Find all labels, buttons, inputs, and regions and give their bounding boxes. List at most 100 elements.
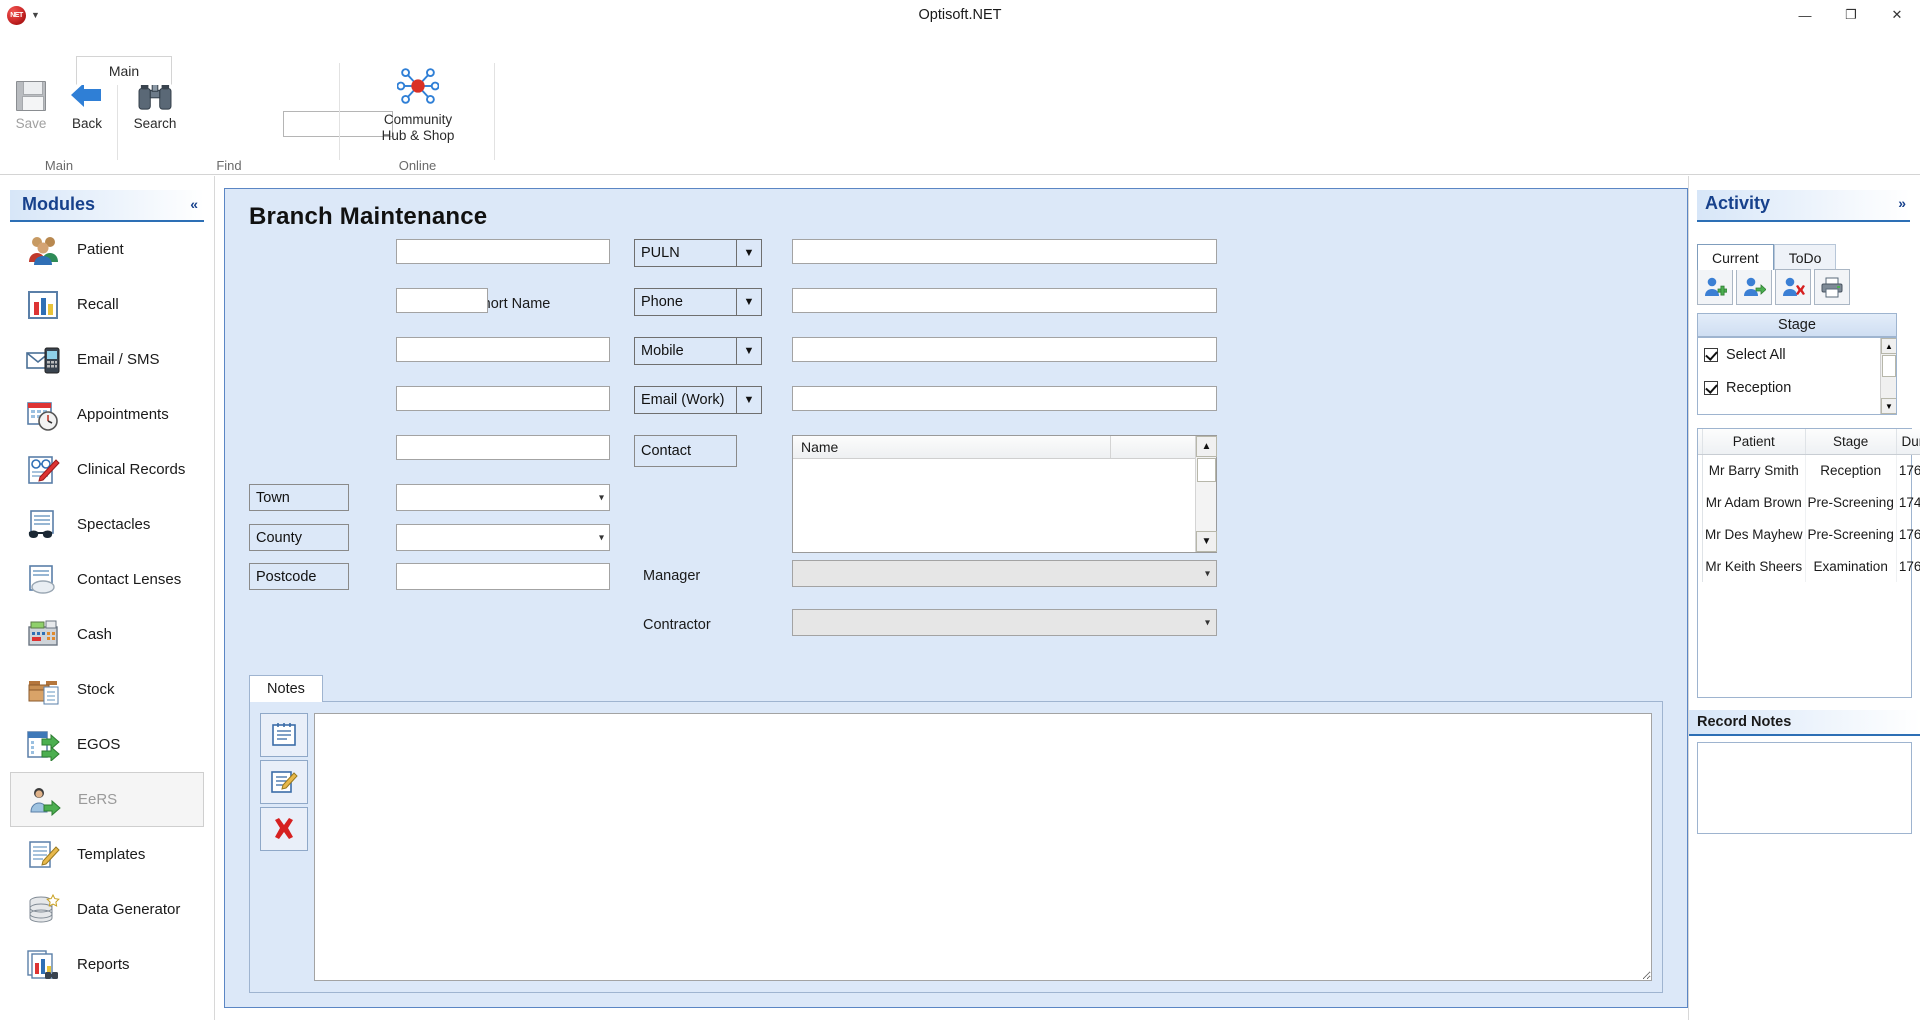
contact-type-email-work[interactable]: Email (Work) ▼ [634,386,762,414]
tab-notes[interactable]: Notes [249,675,323,702]
contact-value-email-input[interactable] [792,386,1217,411]
group-separator [494,63,495,160]
contact-grid-scrollbar[interactable]: ▲ ▼ [1195,436,1217,552]
cell-patient: Mr Barry Smith [1702,454,1806,486]
sidebar-item-stock[interactable]: Stock [10,662,204,717]
label-postcode: Postcode [249,563,349,590]
sidebar-item-patient[interactable]: Patient [10,222,204,277]
sidebar-item-templates[interactable]: Templates [10,827,204,882]
sidebar-item-egos[interactable]: EGOS [10,717,204,772]
stage-list-scrollbar[interactable]: ▲ ▼ [1880,338,1896,414]
address-line1-input[interactable] [396,337,610,362]
add-patient-button[interactable] [1697,269,1733,305]
checkbox-icon[interactable] [1704,347,1718,362]
contractor-combo[interactable]: ▾ [792,609,1217,636]
sidebar-item-data-generator[interactable]: Data Generator [10,882,204,937]
chevron-down-icon[interactable]: ▾ [1205,617,1210,628]
cell-duration: 17618:07 [1896,454,1920,486]
tab-todo[interactable]: ToDo [1773,244,1837,270]
record-notes-box[interactable] [1697,742,1912,834]
table-row[interactable]: Mr Keith Sheers Examination 17693:21 176… [1698,550,1920,582]
activity-grid[interactable]: Patient Stage Duration Overall Mr Barry … [1697,428,1920,698]
tab-current[interactable]: Current [1697,244,1774,270]
table-row[interactable]: Mr Barry Smith Reception 17618:07 17618:… [1698,454,1920,486]
move-patient-button[interactable] [1736,269,1772,305]
contact-type-phone[interactable]: Phone ▼ [634,288,762,316]
minimize-button[interactable]: — [1782,0,1828,30]
sidebar-item-clinical-records[interactable]: Clinical Records [10,442,204,497]
contact-value-mobile-input[interactable] [792,337,1217,362]
scroll-down-icon[interactable]: ▼ [1881,398,1896,414]
checkbox-icon[interactable] [1704,380,1718,395]
sidebar-item-appointments[interactable]: Appointments [10,387,204,442]
short-name-input[interactable] [396,288,488,313]
activity-title: Activity [1705,193,1771,213]
remove-patient-button[interactable] [1775,269,1811,305]
stage-filter-pre-screening[interactable]: Pre-Screening [1698,404,1896,415]
notes-delete-button[interactable] [260,807,308,851]
chevron-down-icon[interactable]: ▼ [736,387,761,413]
postcode-input[interactable] [396,563,610,590]
cell-duration: 17473:06 [1896,486,1920,518]
stage-filter-reception[interactable]: Reception [1698,371,1896,404]
address-line3-input[interactable] [396,435,610,460]
contact-type-mobile-label: Mobile [641,343,684,359]
table-row[interactable]: Mr Adam Brown Pre-Screening 17473:06 176… [1698,486,1920,518]
notes-list-button[interactable] [260,713,308,757]
sidebar-item-label: Stock [77,681,115,698]
town-combo[interactable]: ▾ [396,484,610,511]
county-combo[interactable]: ▾ [396,524,610,551]
contact-type-mobile[interactable]: Mobile ▼ [634,337,762,365]
table-row[interactable]: Mr Des Mayhew Pre-Screening 17619:29 176… [1698,518,1920,550]
sidebar-item-spectacles[interactable]: Spectacles [10,497,204,552]
col-stage[interactable]: Stage [1805,429,1897,455]
sidebar-item-eers[interactable]: EeRS [10,772,204,827]
chevron-down-icon[interactable]: ▾ [599,492,604,503]
collapse-sidebar-icon[interactable]: « [190,196,198,212]
chevron-down-icon[interactable]: ▾ [599,532,604,543]
maximize-button[interactable]: ❐ [1828,0,1874,30]
sidebar-item-recall[interactable]: Recall [10,277,204,332]
name-input[interactable] [396,239,610,264]
chevron-down-icon[interactable]: ▼ [736,289,761,315]
close-button[interactable]: ✕ [1874,0,1920,30]
manager-combo[interactable]: ▾ [792,560,1217,587]
notes-textarea[interactable] [314,713,1652,981]
notes-panel [249,701,1663,993]
print-button[interactable] [1814,269,1850,305]
contact-list-grid[interactable]: Name ▲ ▼ [792,435,1217,553]
contact-value-phone-input[interactable] [792,288,1217,313]
label-manager: Manager [643,568,701,584]
scrollbar-thumb[interactable] [1197,458,1216,482]
contact-type-puln[interactable]: PULN ▼ [634,239,762,267]
scrollbar-thumb[interactable] [1882,355,1896,377]
stage-filter-select-all[interactable]: Select All [1698,338,1896,371]
expand-activity-icon[interactable]: » [1898,195,1906,211]
chevron-down-icon[interactable]: ▼ [736,338,761,364]
col-duration[interactable]: Duration [1896,429,1920,455]
modules-header: Modules « [10,190,204,222]
contact-value-puln-input[interactable] [792,239,1217,264]
chevron-down-icon[interactable]: ▼ [736,240,761,266]
sidebar-item-contact-lenses[interactable]: Contact Lenses [10,552,204,607]
ribbon-group-main-label: Main [44,158,74,173]
scroll-up-icon[interactable]: ▲ [1881,338,1896,354]
address-line2-input[interactable] [396,386,610,411]
checkbox-icon[interactable] [1704,413,1718,414]
sidebar-item-email-sms[interactable]: Email / SMS [10,332,204,387]
scroll-up-icon[interactable]: ▲ [1196,436,1217,457]
scroll-down-icon[interactable]: ▼ [1196,531,1217,552]
sidebar-item-reports[interactable]: Reports [10,937,204,992]
notes-edit-button[interactable] [260,760,308,804]
stage-filter-label: Pre-Screening [1726,413,1819,415]
save-button[interactable]: Save [0,69,62,132]
sidebar-item-cash[interactable]: Cash [10,607,204,662]
community-hub-button[interactable]: Community Hub & Shop [368,65,468,144]
tab-main[interactable]: Main [76,56,172,85]
stage-filter-list[interactable]: Select All Reception Pre-Screening Exami… [1697,337,1897,415]
stock-box-icon [26,674,60,706]
col-patient[interactable]: Patient [1702,429,1806,455]
chevron-down-icon[interactable]: ▾ [1205,568,1210,579]
activity-header: Activity » [1697,190,1910,222]
sidebar-item-label: Spectacles [77,516,151,533]
